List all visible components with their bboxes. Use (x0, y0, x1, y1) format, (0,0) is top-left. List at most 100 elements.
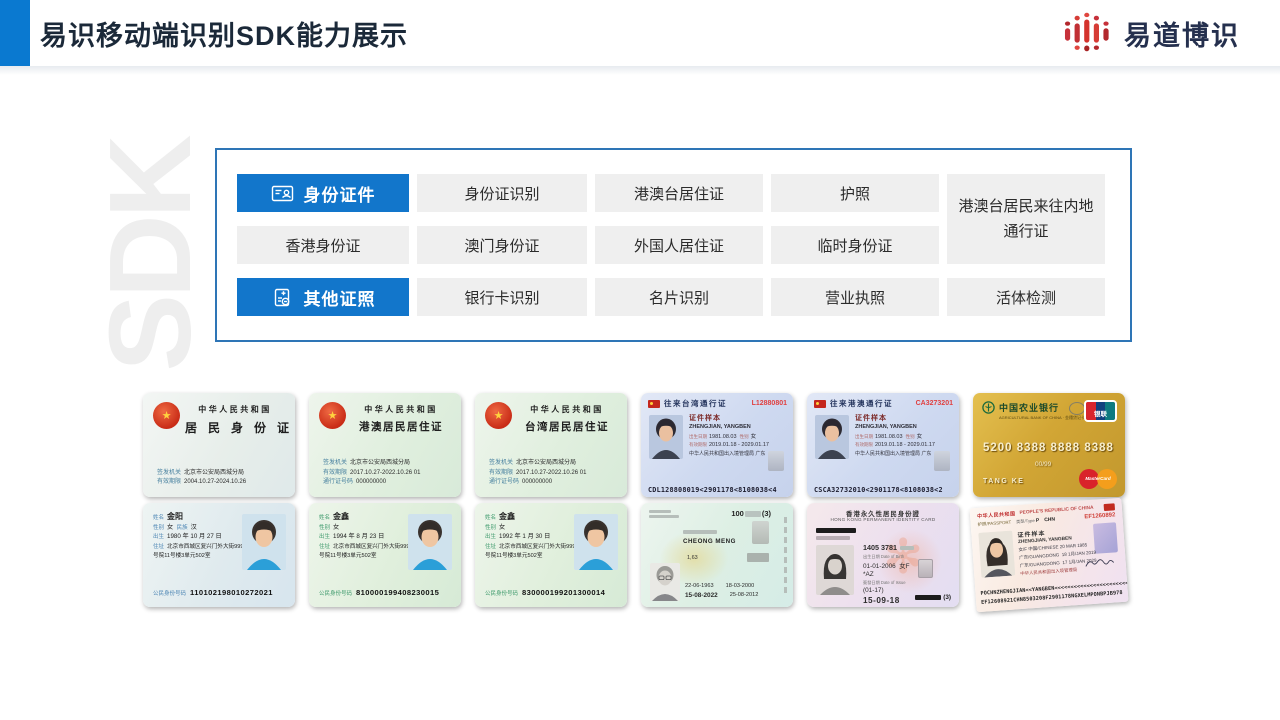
menu-item-hmt-mainland-travel-permit[interactable]: 港澳台居民来往内地通行证 (947, 174, 1105, 264)
prc-flag-icon (814, 400, 826, 408)
mrz-block: POCHNZHENGJIAN<<YANGBEN<<<<<<<<<<<<<<<<<… (980, 580, 1123, 608)
machine-readable-chip (747, 553, 769, 562)
menu-item-temp-id[interactable]: 临时身份证 (771, 226, 939, 264)
id-number-row: 公民身份号码110102198010272021 (153, 582, 273, 600)
redacted-digits (745, 511, 761, 517)
prc-flag-icon (1104, 503, 1115, 511)
menu-item-label: 护照 (840, 183, 870, 204)
menu-item-liveness-detection[interactable]: 活体检测 (947, 278, 1105, 316)
card-holder: TANG KE (983, 478, 1024, 485)
permit-number: CA3273201 (916, 400, 953, 407)
menu-item-label: 港澳台居民来往内地通行证 (958, 194, 1094, 245)
holder-signature (1083, 556, 1116, 569)
menu-item-id-card-ocr[interactable]: 身份证识别 (417, 174, 587, 212)
ghost-photo (752, 521, 769, 544)
card-number: 5200 8388 8888 8388 (983, 442, 1114, 454)
menu-item-hk-id[interactable]: 香港身份证 (237, 226, 409, 264)
secondary-photo (768, 451, 784, 471)
card-doc-title: 港澳居民居住证 (351, 419, 451, 434)
sample-id-card-back: ★ 中华人民共和国 居 民 身 份 证 签发机关北京市公安局西城分局 有效期限2… (143, 393, 295, 497)
card-nation: 中华人民共和国 (185, 404, 285, 415)
document-list-icon (271, 286, 294, 309)
menu-item-foreigner-residence[interactable]: 外国人居住证 (595, 226, 763, 264)
secondary-photo (934, 451, 950, 471)
abc-bank-logo-icon (982, 401, 995, 414)
permit-fields: 证件样本 ZHENGJIAN, YANGBEN 出生日期1981.08.03 性… (689, 413, 769, 457)
sample-hkmo-residence-front: 姓名金鑫 性别女 出生1994 年 8 月 23 日 住址北京市西城区复兴门外大… (309, 503, 461, 607)
menu-item-label: 香港身份证 (285, 235, 360, 256)
id-number-row: 公民身份号码830000199201300014 (485, 582, 605, 600)
sample-tw-travel-permit: 往来台湾通行证 L12880801 证件样本 ZHENGJIAN, YANGBE… (641, 393, 793, 497)
menu-item-hmt-residence-permit[interactable]: 港澳台居住证 (595, 174, 763, 212)
company-logo-text: 易道博识 (1124, 14, 1240, 53)
header-accent-bar (0, 0, 30, 66)
card-nation: 中华人民共和国 (351, 404, 451, 415)
id-number-row: 公民身份号码810000199408230015 (319, 582, 439, 600)
redacted-name-en (816, 536, 850, 540)
sample-prc-passport: 中华人民共和国 PEOPLE'S REPUBLIC OF CHINA 护照/PA… (970, 498, 1129, 612)
redacted-name (816, 528, 856, 533)
menu-item-macau-id[interactable]: 澳门身份证 (417, 226, 587, 264)
card-nation: 中华人民共和国 (517, 404, 617, 415)
portrait-photo (574, 514, 618, 570)
mastercard-logo: MasterCard (1079, 468, 1117, 490)
menu-item-label: 临时身份证 (817, 235, 892, 256)
passport-nation: 中华人民共和国 (977, 510, 1016, 520)
unionpay-logo: 银联 (1084, 400, 1117, 422)
globe-watermark (1069, 402, 1085, 415)
national-emblem-icon: ★ (485, 402, 512, 429)
capability-menu: 身份证件 身份证识别 港澳台居住证 护照 港澳台居民来往内地通行证 香港身份证 … (237, 174, 1105, 316)
card-doc-title-en: HONG KONG PERMANENT IDENTITY CARD (807, 517, 959, 522)
card-doc-title: 居 民 身 份 证 (185, 419, 285, 436)
capability-panel: 身份证件 身份证识别 港澳台居住证 护照 港澳台居民来往内地通行证 香港身份证 … (215, 148, 1132, 342)
national-emblem-icon: ★ (319, 402, 346, 429)
menu-item-passport[interactable]: 护照 (771, 174, 939, 212)
portrait-photo (816, 545, 854, 595)
menu-item-business-card-ocr[interactable]: 名片识别 (595, 278, 763, 316)
mrz-line: CDL128808019<2901178<8108038<4 (648, 486, 777, 494)
tab-id-documents[interactable]: 身份证件 (237, 174, 409, 212)
card-issue-info: 签发机关北京市公安局西城分局 有效期限2004.10.27-2024.10.26 (157, 469, 246, 488)
tab-other-documents[interactable]: 其他证照 (237, 278, 409, 316)
sample-bank-card: 中国农业银行 AGRICULTURAL BANK OF CHINA · 金穗贷记… (973, 393, 1125, 497)
id-fields: 姓名金鑫 性别女 出生1994 年 8 月 23 日 住址北京市西城区复兴门外大… (319, 511, 411, 561)
macau-id-number: 100(3) (731, 509, 771, 518)
id-card-icon (271, 182, 294, 205)
card-issue-info: 签发机关北京市公安局西城分局 有效期限2017.10.27-2022.10.26… (323, 459, 420, 488)
redacted-digits (900, 546, 914, 550)
holder-name: CHEONG MENG (683, 538, 736, 545)
sample-hkmo-residence-back: ★ 中华人民共和国 港澳居民居住证 签发机关北京市公安局西城分局 有效期限201… (309, 393, 461, 497)
portrait-photo (408, 514, 452, 570)
menu-item-label: 营业执照 (825, 287, 885, 308)
card-doc-title: 台湾居民居住证 (517, 419, 617, 434)
company-logo: 易道博识 (1064, 10, 1240, 56)
card-expiry: 00/99 (1035, 461, 1051, 468)
sample-hkmo-travel-permit: 往来港澳通行证 CA3273201 证件样本 ZHENGJIAN, YANGBE… (807, 393, 959, 497)
ghost-photo (918, 559, 933, 578)
header: 易识移动端识别SDK能力展示 易道博识 (0, 0, 1280, 66)
menu-item-label: 名片识别 (649, 287, 709, 308)
sample-gallery-row-1: ★ 中华人民共和国 居 民 身 份 证 签发机关北京市公安局西城分局 有效期限2… (143, 393, 1125, 497)
macau-dates: 22-06-196318-03-2000 15-08-202225-08-201… (685, 580, 785, 599)
portrait-photo (649, 415, 683, 459)
permit-fields: 证件样本 ZHENGJIAN, YANGBEN 出生日期1981.08.03 性… (855, 413, 935, 457)
sample-tw-residence-front: 姓名金鑫 性别女 出生1992 年 1 月 30 日 住址北京市西城区复兴门外大… (475, 503, 627, 607)
mrz-line: CSCA32732010<2901178<8108038<2 (814, 486, 943, 494)
menu-item-business-license[interactable]: 营业执照 (771, 278, 939, 316)
card-issue-info: 签发机关北京市公安局西城分局 有效期限2017.10.27-2022.10.26… (489, 459, 586, 488)
portrait-photo (978, 531, 1015, 578)
permit-number: L12880801 (752, 400, 787, 407)
tab-label: 身份证件 (304, 181, 376, 206)
portrait-photo (650, 563, 680, 601)
sample-macau-id-card: 100(3) CHEONG MENG 1,63 22-06-196318-03-… (641, 503, 793, 607)
menu-item-bank-card-ocr[interactable]: 银行卡识别 (417, 278, 587, 316)
sample-id-card-front: 姓名金阳 性别女 民族汉 出生1980 年 10 月 27 日 住址北京市西城区… (143, 503, 295, 607)
passport-number: EF1260892 (1084, 512, 1115, 520)
prc-flag-icon (648, 400, 660, 408)
portrait-photo (242, 514, 286, 570)
menu-item-label: 活体检测 (996, 287, 1056, 308)
card-doc-title: 往来港澳通行证 (830, 398, 893, 409)
hk-id-number: (3) (915, 594, 951, 601)
redacted-digits (915, 595, 941, 600)
menu-item-label: 外国人居住证 (634, 235, 724, 256)
